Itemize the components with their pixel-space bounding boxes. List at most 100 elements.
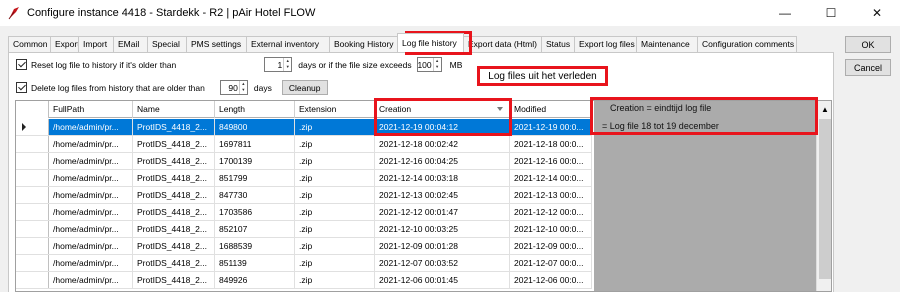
- cell-creation[interactable]: 2021-12-14 00:03:18: [375, 170, 510, 186]
- cell-modified[interactable]: 2021-12-10 00:0...: [510, 221, 592, 237]
- cell-extension[interactable]: .zip: [295, 221, 375, 237]
- cell-fullpath[interactable]: /home/admin/pr...: [49, 255, 133, 271]
- cell-name[interactable]: ProtIDS_4418_2...: [133, 153, 215, 169]
- delete-checkbox[interactable]: [16, 82, 27, 93]
- tab-email[interactable]: EMail: [113, 36, 148, 52]
- close-button[interactable]: ✕: [854, 0, 900, 26]
- table-row[interactable]: /home/admin/pr... ProtIDS_4418_2... 851799…: [16, 170, 592, 187]
- cell-extension[interactable]: .zip: [295, 119, 375, 135]
- table-row[interactable]: /home/admin/pr... ProtIDS_4418_2... 851139…: [16, 255, 592, 272]
- table-row[interactable]: /home/admin/pr... ProtIDS_4418_2... 170013…: [16, 153, 592, 170]
- vertical-scrollbar[interactable]: ▲: [816, 101, 831, 291]
- tab-external-inventory[interactable]: External inventory: [246, 36, 330, 52]
- row-header[interactable]: [16, 221, 49, 237]
- cell-modified[interactable]: 2021-12-19 00:0...: [510, 119, 592, 135]
- cell-name[interactable]: ProtIDS_4418_2...: [133, 187, 215, 203]
- cell-length[interactable]: 847730: [215, 187, 295, 203]
- stepper-arrows-icon[interactable]: ▲ ▼: [238, 81, 247, 94]
- cell-name[interactable]: ProtIDS_4418_2...: [133, 255, 215, 271]
- tab-export[interactable]: Export: [50, 36, 80, 52]
- tab-maintenance[interactable]: Maintenance: [636, 36, 698, 52]
- cleanup-button[interactable]: Cleanup: [281, 80, 328, 95]
- cell-length[interactable]: 852107: [215, 221, 295, 237]
- row-header[interactable]: [16, 136, 49, 152]
- cell-extension[interactable]: .zip: [295, 170, 375, 186]
- row-header[interactable]: [16, 272, 49, 288]
- cell-creation[interactable]: 2021-12-12 00:01:47: [375, 204, 510, 220]
- cell-length[interactable]: 1688539: [215, 238, 295, 254]
- cell-modified[interactable]: 2021-12-16 00:0...: [510, 153, 592, 169]
- cell-length[interactable]: 851799: [215, 170, 295, 186]
- cell-name[interactable]: ProtIDS_4418_2...: [133, 170, 215, 186]
- cell-modified[interactable]: 2021-12-12 00:0...: [510, 204, 592, 220]
- table-row[interactable]: /home/admin/pr... ProtIDS_4418_2... 169781…: [16, 136, 592, 153]
- cell-name[interactable]: ProtIDS_4418_2...: [133, 136, 215, 152]
- cell-name[interactable]: ProtIDS_4418_2...: [133, 272, 215, 288]
- reset-size-stepper[interactable]: 100 ▲ ▼: [416, 57, 442, 72]
- row-header[interactable]: [16, 119, 49, 135]
- table-row[interactable]: /home/admin/pr... ProtIDS_4418_2... 168853…: [16, 238, 592, 255]
- tab-export-data-html[interactable]: Export data (Html): [463, 36, 542, 52]
- tab-export-log-files[interactable]: Export log files: [574, 36, 637, 52]
- table-row[interactable]: /home/admin/pr... ProtIDS_4418_2... 170358…: [16, 204, 592, 221]
- tab-configuration-comments[interactable]: Configuration comments: [697, 36, 797, 52]
- tab-special[interactable]: Special: [147, 36, 187, 52]
- tab-status[interactable]: Status: [541, 36, 575, 52]
- cell-fullpath[interactable]: /home/admin/pr...: [49, 272, 133, 288]
- cell-fullpath[interactable]: /home/admin/pr...: [49, 170, 133, 186]
- cell-creation[interactable]: 2021-12-06 00:01:45: [375, 272, 510, 288]
- reset-days-stepper[interactable]: 1 ▲ ▼: [264, 57, 293, 72]
- tab-import[interactable]: Import: [78, 36, 114, 52]
- tab-pms-settings[interactable]: PMS settings: [186, 36, 247, 52]
- cell-length[interactable]: 849926: [215, 272, 295, 288]
- scroll-up-icon[interactable]: ▲: [817, 101, 831, 117]
- cell-fullpath[interactable]: /home/admin/pr...: [49, 238, 133, 254]
- minimize-button[interactable]: —: [762, 0, 808, 26]
- row-header[interactable]: [16, 170, 49, 186]
- cell-modified[interactable]: 2021-12-09 00:0...: [510, 238, 592, 254]
- maximize-button[interactable]: ☐: [808, 0, 854, 26]
- cell-fullpath[interactable]: /home/admin/pr...: [49, 221, 133, 237]
- cell-extension[interactable]: .zip: [295, 153, 375, 169]
- table-row[interactable]: /home/admin/pr... ProtIDS_4418_2... 847730…: [16, 187, 592, 204]
- stepper-arrows-icon[interactable]: ▲ ▼: [283, 58, 291, 71]
- column-header-modified[interactable]: Modified: [510, 101, 592, 118]
- cell-creation[interactable]: 2021-12-13 00:02:45: [375, 187, 510, 203]
- reset-checkbox[interactable]: [16, 59, 27, 70]
- cell-fullpath[interactable]: /home/admin/pr...: [49, 119, 133, 135]
- cell-extension[interactable]: .zip: [295, 136, 375, 152]
- cell-extension[interactable]: .zip: [295, 238, 375, 254]
- row-header[interactable]: [16, 153, 49, 169]
- cell-fullpath[interactable]: /home/admin/pr...: [49, 204, 133, 220]
- row-header[interactable]: [16, 204, 49, 220]
- cell-length[interactable]: 1703586: [215, 204, 295, 220]
- table-row[interactable]: /home/admin/pr... ProtIDS_4418_2... 852107…: [16, 221, 592, 238]
- cell-modified[interactable]: 2021-12-14 00:0...: [510, 170, 592, 186]
- column-header-fullpath[interactable]: FullPath: [49, 101, 133, 118]
- cell-creation[interactable]: 2021-12-18 00:02:42: [375, 136, 510, 152]
- cell-extension[interactable]: .zip: [295, 204, 375, 220]
- cell-extension[interactable]: .zip: [295, 187, 375, 203]
- cell-name[interactable]: ProtIDS_4418_2...: [133, 119, 215, 135]
- cell-modified[interactable]: 2021-12-07 00:0...: [510, 255, 592, 271]
- cell-length[interactable]: 849800: [215, 119, 295, 135]
- cell-creation[interactable]: 2021-12-16 00:04:25: [375, 153, 510, 169]
- cell-name[interactable]: ProtIDS_4418_2...: [133, 204, 215, 220]
- cell-creation[interactable]: 2021-12-10 00:03:25: [375, 221, 510, 237]
- column-header-length[interactable]: Length: [215, 101, 295, 118]
- cell-fullpath[interactable]: /home/admin/pr...: [49, 153, 133, 169]
- scroll-thumb[interactable]: [819, 119, 831, 279]
- delete-days-stepper[interactable]: 90 ▲ ▼: [219, 80, 248, 95]
- cell-modified[interactable]: 2021-12-06 00:0...: [510, 272, 592, 288]
- cell-creation[interactable]: 2021-12-09 00:01:28: [375, 238, 510, 254]
- stepper-arrows-icon[interactable]: ▲ ▼: [432, 58, 441, 71]
- row-header[interactable]: [16, 238, 49, 254]
- cancel-button[interactable]: Cancel: [845, 59, 891, 76]
- cell-name[interactable]: ProtIDS_4418_2...: [133, 238, 215, 254]
- cell-extension[interactable]: .zip: [295, 272, 375, 288]
- cell-fullpath[interactable]: /home/admin/pr...: [49, 136, 133, 152]
- ok-button[interactable]: OK: [845, 36, 891, 53]
- row-header[interactable]: [16, 187, 49, 203]
- table-row[interactable]: /home/admin/pr... ProtIDS_4418_2... 849926…: [16, 272, 592, 289]
- cell-extension[interactable]: .zip: [295, 255, 375, 271]
